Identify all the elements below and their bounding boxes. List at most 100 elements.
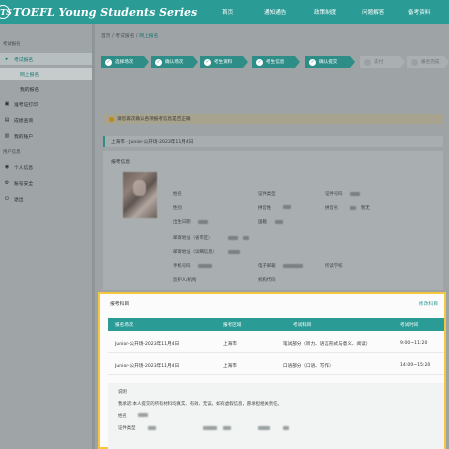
step-label: 考生资料	[214, 60, 233, 65]
cell-region: 上海市	[223, 342, 237, 347]
check-icon: ✓	[105, 58, 112, 66]
step-complete: • 报名完成	[407, 56, 449, 68]
step-confirm-session: ✓ 确认场次	[151, 56, 198, 68]
gear-icon: ⚙	[4, 180, 10, 186]
account-icon: ▥	[4, 133, 10, 139]
sidebar-item-label: 我的报名	[20, 87, 40, 93]
field-nation-label: 国籍	[258, 220, 267, 225]
redacted-value	[223, 426, 231, 430]
field-birth-label: 出生日期	[173, 220, 191, 225]
col-region: 报考区域	[223, 323, 242, 328]
main-nav: 首页 通知通告 政策制度 问题解答 备考资料	[222, 0, 449, 24]
field-school-label: 所读学校	[325, 264, 343, 269]
breadcrumb-sep: /	[136, 34, 138, 39]
check-icon: ✓	[204, 58, 211, 66]
redacted-value	[138, 413, 148, 417]
declaration-notes: 说明 我承诺:本人提交的所有材料均真实、有效、无误，如有虚假信息，愿承担相关责任…	[108, 383, 444, 449]
redacted-value	[350, 206, 356, 210]
sidebar-item-scores[interactable]: ▤ 成绩查询	[0, 114, 92, 126]
step-dot-icon: •	[411, 58, 418, 66]
cell-subject: 口语部分（口语、写作）	[283, 364, 334, 369]
breadcrumb-exam[interactable]: 考试报名	[115, 34, 134, 39]
redacted-value	[228, 236, 238, 240]
warning-notice: 请您再次确认各项报考信息是否正确	[103, 114, 443, 124]
ets-logo-mark: ETS	[0, 5, 12, 19]
col-subject: 考试科目	[293, 323, 312, 328]
step-payment: • 支付	[360, 56, 405, 68]
sidebar-item-security[interactable]: ⚙ 账号安全	[0, 177, 92, 189]
nav-home[interactable]: 首页	[222, 8, 233, 16]
table-row: Junior-公开场-2023年11月4日 上海市 笔试部分（听力、语言形式与意…	[108, 335, 444, 353]
pinyin-none-option[interactable]: 暂无	[361, 205, 370, 211]
candidate-photo	[123, 172, 157, 218]
registration-info-card: 报考信息 姓名 性别 出生日期 证件类型 拼音姓 国籍 证件号码 拼音名 暂无 …	[103, 151, 443, 290]
score-icon: ▤	[4, 117, 10, 123]
nav-resources[interactable]: 备考资料	[408, 8, 430, 16]
card-title: 报考信息	[111, 160, 131, 165]
redacted-value	[198, 220, 208, 224]
redacted-value	[283, 426, 289, 430]
edit-subjects-link[interactable]: 修改科目	[419, 300, 438, 307]
sidebar-group-title: 考试报名	[3, 42, 21, 47]
cell-subject: 笔试部分（听力、语言形式与意义、阅读）	[283, 342, 371, 347]
venue-text: 上海市 · Junior-公开场-2023年11月4日	[111, 139, 194, 145]
power-icon: ⏻	[5, 196, 9, 202]
nav-faq[interactable]: 问题解答	[362, 8, 384, 16]
breadcrumb: 首页 / 考试报名 / 网上报名	[101, 32, 158, 39]
user-icon: ◉	[4, 164, 10, 170]
breadcrumb-sep: /	[112, 34, 114, 39]
nav-policies[interactable]: 政策制度	[314, 8, 336, 16]
sidebar-item-my-registrations[interactable]: 我的报名	[0, 83, 92, 95]
sidebar-item-personal-info[interactable]: ◉ 个人信息	[0, 161, 92, 173]
redacted-value	[275, 220, 283, 224]
field-name-label: 姓名	[173, 192, 182, 197]
field-pinyin-label: 拼音姓	[258, 206, 272, 211]
sidebar-group-title: 用户信息	[3, 150, 21, 155]
step-confirm-submit: ✓ 确认提交	[305, 56, 355, 68]
redacted-value	[258, 426, 270, 430]
nav-notices[interactable]: 通知通告	[264, 8, 286, 16]
step-label: 确认场次	[165, 60, 184, 65]
redacted-value	[198, 264, 212, 268]
field-gender-label: 性别	[173, 206, 182, 211]
field-pinyin-name-label: 拼音名	[325, 206, 339, 211]
field-id-type-label: 证件类型	[258, 192, 276, 197]
breadcrumb-home[interactable]: 首页	[101, 34, 111, 39]
cell-session: Junior-公开场-2023年11月4日	[115, 342, 180, 347]
sidebar-item-online-registration[interactable]: 网上报名	[0, 68, 92, 80]
redacted-value	[243, 236, 249, 240]
step-candidate-info: ✓ 考生信息	[252, 56, 300, 68]
field-email-label: 电子邮箱	[258, 264, 276, 269]
sidebar-item-admission-ticket[interactable]: ▣ 准考证打印	[0, 98, 92, 110]
field-address-detail-label: 邮寄地址（详细信息）	[173, 250, 217, 255]
expand-icon: ▸	[5, 56, 9, 62]
step-select-session: ✓ 选择场次	[101, 56, 149, 68]
sidebar-item-label: 我的账户	[14, 134, 34, 140]
field-org-code-label: 机构代码	[258, 278, 276, 283]
field-guardian-label: 监护人/机构	[173, 278, 197, 283]
step-label: 报名完成	[421, 60, 440, 65]
cell-session: Junior-公开场-2023年11月4日	[115, 364, 180, 369]
venue-bar: 上海市 · Junior-公开场-2023年11月4日	[103, 136, 443, 147]
sidebar-item-exam-registration[interactable]: ▸ 考试报名	[0, 53, 92, 65]
sidebar-item-logout[interactable]: ⏻ 退出	[0, 193, 92, 205]
field-id-no-label: 证件号码	[325, 192, 343, 197]
exam-table-header: 报名场次 报考区域 考试科目 考试时间	[108, 318, 444, 331]
redacted-value	[203, 426, 217, 430]
redacted-value	[283, 264, 303, 268]
exam-panel-title: 报考科目	[110, 302, 130, 307]
site-logo[interactable]: ETS TOEFL Young Students Series	[0, 3, 197, 21]
sidebar-item-label: 准考证打印	[14, 102, 38, 108]
top-navbar: ETS TOEFL Young Students Series 首页 通知通告 …	[0, 0, 449, 24]
step-dot-icon: •	[364, 58, 371, 66]
redacted-value	[148, 426, 156, 430]
progress-steps: ✓ 选择场次 ✓ 确认场次 ✓ 考生资料 ✓ 考生信息 ✓ 确认提交 • 支付 • 报名完成	[95, 56, 449, 70]
notes-title: 说明	[118, 390, 127, 395]
ticket-icon: ▣	[4, 101, 10, 107]
notice-text: 请您再次确认各项报考信息是否正确	[117, 117, 191, 122]
field-address-label: 邮寄地址（省市区）	[173, 236, 213, 241]
table-row: Junior-公开场-2023年11月4日 上海市 口语部分（口语、写作） 14…	[108, 357, 444, 375]
step-label: 选择场次	[115, 60, 134, 65]
sidebar-item-my-account[interactable]: ▥ 我的账户	[0, 130, 92, 142]
sidebar: 考试报名 ▸ 考试报名 网上报名 我的报名 ▣ 准考证打印 ▤ 成绩查询 ▥ 我…	[0, 24, 92, 449]
